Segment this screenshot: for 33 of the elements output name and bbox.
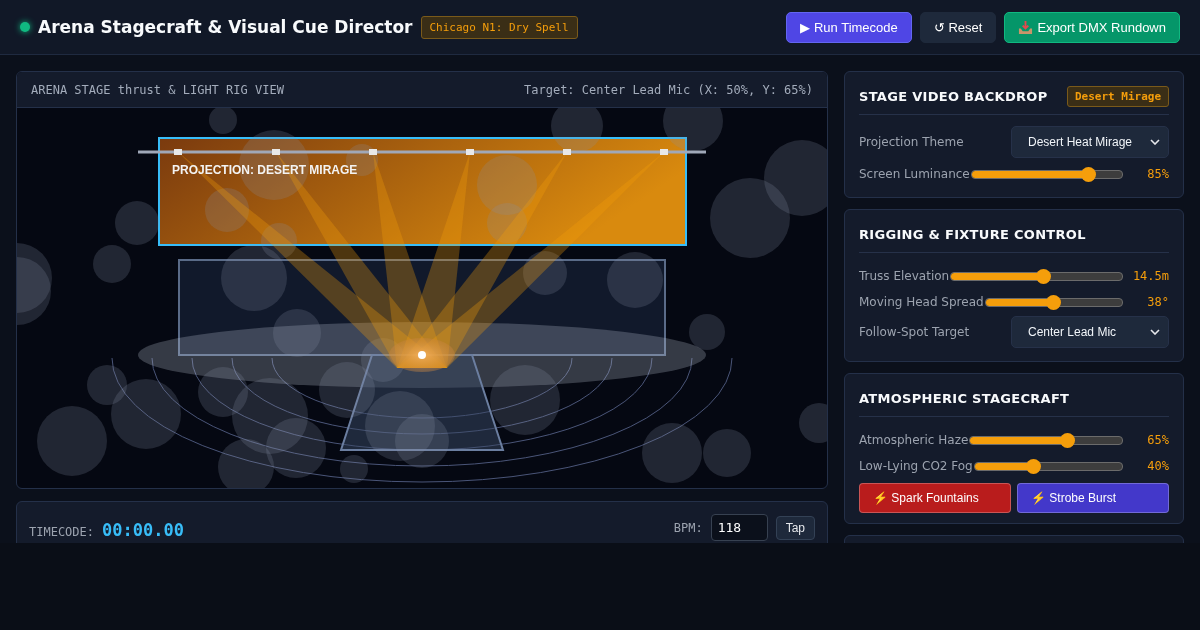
bpm-label: BPM: [673,520,703,535]
dropdown[interactable]: Desert Heat Mirage [1011,126,1169,158]
control-label: Projection Theme [859,135,964,149]
control-label: Atmospheric Haze [859,433,969,447]
bpm-field[interactable]: 118 [710,514,768,541]
slider-value: 85% [1146,167,1169,181]
screen-label: PROJECTION: DESERT MIRAGE [172,163,358,177]
control-label: Moving Head Spread [859,295,984,309]
theme-badge: Desert Mirage [1066,85,1169,107]
target-readout: Target: Center Lead Mic (X: 50%, Y: 65%) [524,82,813,97]
control-label: Low-Lying CO2 Fog [859,459,973,473]
panel-title: STAGE VIDEO BACKDROP [859,88,1048,104]
control-label: Follow-Spot Target [859,325,970,339]
app-title: Arena Stagecraft & Visual Cue Director [38,17,413,37]
reset-button[interactable]: ↺ Reset [919,11,997,43]
slider-value: 14.5m [1131,269,1169,283]
venue-badge: Chicago N1: Dry Spell [420,15,578,39]
dropdown[interactable]: Center Lead Mic [1011,316,1169,348]
slider-value: 38° [1146,295,1169,309]
timecode-value: 00:00.00 [102,520,184,540]
slider-value: 40% [1146,459,1169,473]
export-button[interactable]: Export DMX Rundown [1004,11,1180,43]
effect-button[interactable]: ⚡ Strobe Burst [1017,483,1169,513]
run-button[interactable]: ▶ Run Timecode [786,11,912,43]
timecode-label: TIMECODE: [29,525,95,539]
control-label: Screen Luminance [859,167,970,181]
effect-button[interactable]: ⚡ Spark Fountains [859,483,1011,513]
panel-title: ATMOSPHERIC STAGECRAFT [859,390,1070,406]
tap-button[interactable]: Tap [775,515,815,540]
control-label: Truss Elevation [859,269,950,283]
view-title: ARENA STAGE thrust & LIGHT RIG VIEW [31,82,284,97]
slider-value: 65% [1146,433,1169,447]
panel-title: RIGGING & FIXTURE CONTROL [859,226,1086,242]
